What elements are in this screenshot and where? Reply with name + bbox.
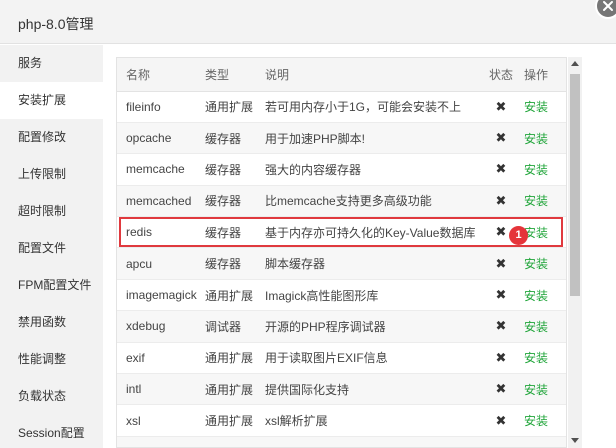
status-x-icon: ✖ xyxy=(495,98,507,114)
cell-description xyxy=(265,436,482,447)
cell-status xyxy=(482,436,520,447)
table-row: memcached 缓存器 比memcache支持更多高级功能 ✖ 安装 xyxy=(117,185,566,218)
cell-description: 比memcache支持更多高级功能 xyxy=(265,185,482,218)
cell-name: memcache xyxy=(117,153,205,186)
sidebar-item-fpm-config[interactable]: FPM配置文件 xyxy=(0,267,103,304)
header-type: 类型 xyxy=(205,58,265,92)
install-button[interactable]: 安装 xyxy=(524,320,548,334)
status-x-icon: ✖ xyxy=(495,161,507,177)
sidebar-item-performance[interactable]: 性能调整 xyxy=(0,341,103,378)
cell-type: 通用扩展 xyxy=(205,373,265,406)
header-status: 状态 xyxy=(482,58,520,92)
vertical-scrollbar[interactable] xyxy=(568,57,582,448)
cell-name: xsl xyxy=(117,404,205,437)
status-x-icon: ✖ xyxy=(495,318,507,334)
status-x-icon: ✖ xyxy=(495,130,507,146)
cell-name: redis xyxy=(117,216,205,249)
cell-description: 强大的内容缓存器 xyxy=(265,153,482,186)
cell-name: imagemagick xyxy=(117,279,205,312)
install-button[interactable]: 安装 xyxy=(524,383,548,397)
install-button[interactable]: 安装 xyxy=(524,100,548,114)
cell-description: 脚本缓存器 xyxy=(265,247,482,280)
cell-name: xdebug xyxy=(117,310,205,343)
cell-description: Imagick高性能图形库 xyxy=(265,279,482,312)
sidebar-item-config-file[interactable]: 配置文件 xyxy=(0,230,103,267)
table-row-partial xyxy=(117,436,566,447)
scroll-thumb[interactable] xyxy=(570,74,580,296)
cell-type: 通用扩展 xyxy=(205,404,265,437)
install-button[interactable]: 安装 xyxy=(524,414,548,428)
cell-name: apcu xyxy=(117,247,205,280)
install-button[interactable]: 安装 xyxy=(524,132,548,146)
install-button[interactable]: 安装 xyxy=(524,163,548,177)
cell-name: memcached xyxy=(117,185,205,218)
table-row-redis: redis 缓存器 基于内存亦可持久化的Key-Value数据库 ✖ 安装 xyxy=(117,216,566,249)
install-button[interactable]: 安装 xyxy=(524,289,548,303)
header-name: 名称 xyxy=(117,58,205,92)
status-x-icon: ✖ xyxy=(495,287,507,303)
cell-name: intl xyxy=(117,373,205,406)
cell-type: 通用扩展 xyxy=(205,342,265,375)
status-x-icon: ✖ xyxy=(495,349,507,365)
cell-type xyxy=(205,436,265,447)
cell-type: 缓存器 xyxy=(205,216,265,249)
extension-table: 名称 类型 说明 状态 操作 fileinfo 通用扩展 若可用内存小于1G，可… xyxy=(117,58,566,447)
cell-type: 缓存器 xyxy=(205,185,265,218)
table-row: opcache 缓存器 用于加速PHP脚本! ✖ 安装 xyxy=(117,122,566,155)
cell-name: fileinfo xyxy=(117,91,205,123)
install-button[interactable]: 安装 xyxy=(524,351,548,365)
sidebar-item-config-edit[interactable]: 配置修改 xyxy=(0,119,103,156)
cell-operation xyxy=(520,436,566,447)
install-button[interactable]: 安装 xyxy=(524,257,548,271)
status-x-icon: ✖ xyxy=(495,255,507,271)
table-row: imagemagick 通用扩展 Imagick高性能图形库 ✖ 安装 xyxy=(117,279,566,312)
sidebar-item-timeout-limit[interactable]: 超时限制 xyxy=(0,193,103,230)
header-operation: 操作 xyxy=(520,58,566,92)
header-description: 说明 xyxy=(265,58,482,92)
sidebar-item-service[interactable]: 服务 xyxy=(0,45,103,82)
cell-name: exif xyxy=(117,342,205,375)
window-title: php-8.0管理 xyxy=(18,16,94,32)
sidebar-item-session-config[interactable]: Session配置 xyxy=(0,415,103,448)
status-x-icon: ✖ xyxy=(495,224,507,240)
title-bar: php-8.0管理 xyxy=(0,0,616,44)
table-row: memcache 缓存器 强大的内容缓存器 ✖ 安装 xyxy=(117,153,566,186)
cell-type: 调试器 xyxy=(205,310,265,343)
sidebar-item-disabled-functions[interactable]: 禁用函数 xyxy=(0,304,103,341)
table-row: fileinfo 通用扩展 若可用内存小于1G，可能会安装不上 ✖ 安装 xyxy=(117,91,566,123)
install-button[interactable]: 安装 xyxy=(524,194,548,208)
sidebar-item-load-status[interactable]: 负载状态 xyxy=(0,378,103,415)
scroll-up-arrow-icon[interactable] xyxy=(571,61,579,66)
status-x-icon: ✖ xyxy=(495,412,507,428)
cell-type: 缓存器 xyxy=(205,153,265,186)
sidebar-item-upload-limit[interactable]: 上传限制 xyxy=(0,156,103,193)
extension-table-panel: 名称 类型 说明 状态 操作 fileinfo 通用扩展 若可用内存小于1G，可… xyxy=(116,57,567,448)
cell-name: opcache xyxy=(117,122,205,155)
table-header-row: 名称 类型 说明 状态 操作 xyxy=(117,58,566,92)
cell-type: 缓存器 xyxy=(205,122,265,155)
cell-type: 通用扩展 xyxy=(205,279,265,312)
cell-description: xsl解析扩展 xyxy=(265,404,482,437)
cell-name xyxy=(117,436,205,447)
cell-description: 开源的PHP程序调试器 xyxy=(265,310,482,343)
cell-description: 用于读取图片EXIF信息 xyxy=(265,342,482,375)
sidebar-item-install-extension[interactable]: 安装扩展 xyxy=(0,82,103,119)
step-badge: 1 xyxy=(509,226,528,245)
table-row: apcu 缓存器 脚本缓存器 ✖ 安装 xyxy=(117,247,566,280)
table-row: xsl 通用扩展 xsl解析扩展 ✖ 安装 xyxy=(117,404,566,437)
cell-description: 用于加速PHP脚本! xyxy=(265,122,482,155)
table-row: intl 通用扩展 提供国际化支持 ✖ 安装 xyxy=(117,373,566,406)
cell-type: 通用扩展 xyxy=(205,91,265,123)
sidebar: 服务 安装扩展 配置修改 上传限制 超时限制 配置文件 FPM配置文件 禁用函数… xyxy=(0,45,103,448)
close-icon xyxy=(603,1,613,11)
scroll-down-arrow-icon[interactable] xyxy=(571,438,579,443)
status-x-icon: ✖ xyxy=(495,381,507,397)
status-x-icon: ✖ xyxy=(495,192,507,208)
cell-description: 基于内存亦可持久化的Key-Value数据库 xyxy=(265,216,482,249)
table-row: xdebug 调试器 开源的PHP程序调试器 ✖ 安装 xyxy=(117,310,566,343)
table-row: exif 通用扩展 用于读取图片EXIF信息 ✖ 安装 xyxy=(117,342,566,375)
cell-type: 缓存器 xyxy=(205,247,265,280)
cell-description: 若可用内存小于1G，可能会安装不上 xyxy=(265,91,482,123)
cell-description: 提供国际化支持 xyxy=(265,373,482,406)
